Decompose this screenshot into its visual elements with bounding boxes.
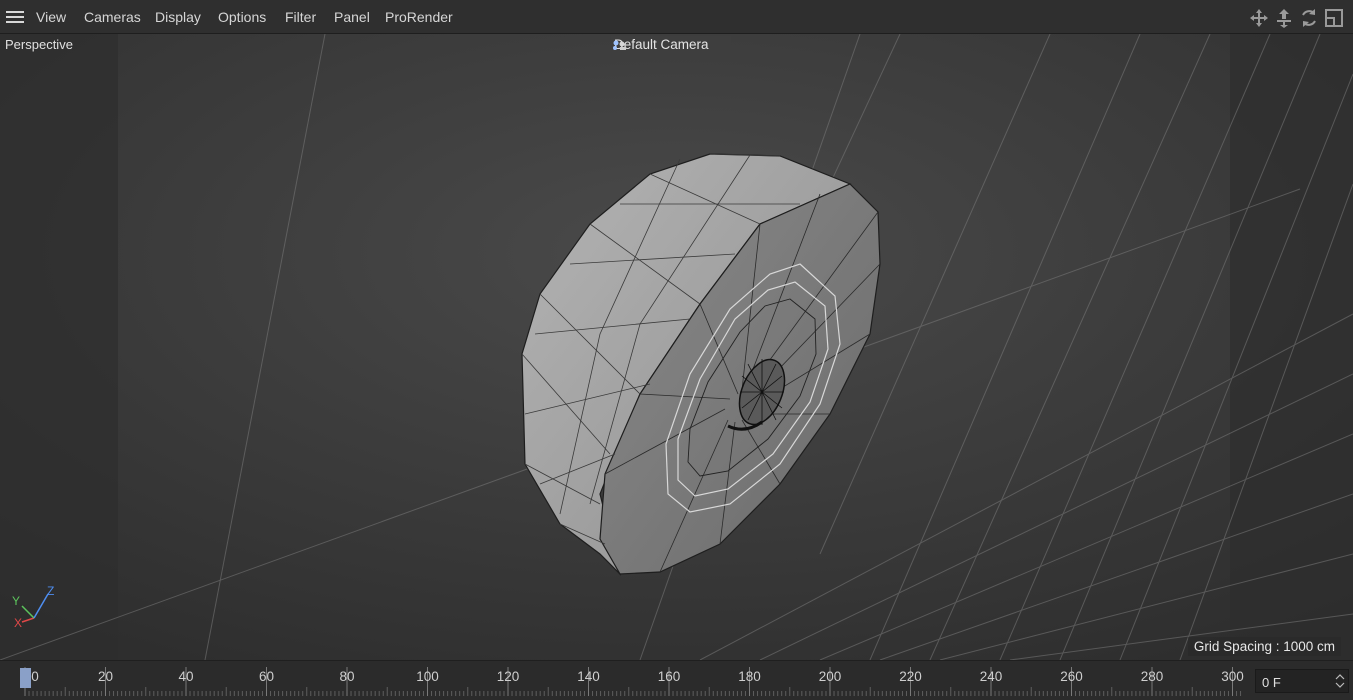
view-name-label[interactable]: Perspective (5, 37, 73, 52)
timeline-tick-label: 160 (657, 669, 681, 684)
timeline-tick-label: 260 (1060, 669, 1083, 684)
hamburger-icon[interactable] (6, 11, 24, 24)
viewport-canvas (0, 34, 1353, 660)
timeline-tick-label: 200 (818, 669, 842, 684)
axis-x-label: X (14, 616, 23, 630)
menu-options[interactable]: Options (218, 9, 266, 25)
menu-cameras[interactable]: Cameras (84, 9, 141, 25)
timeline-tick-label: 140 (577, 669, 600, 684)
timeline-tick-label: 0 (31, 669, 39, 684)
menu-filter[interactable]: Filter (285, 9, 316, 25)
timeline-tick-label: 60 (258, 669, 275, 684)
axis-z-label: Z (47, 584, 55, 598)
axis-y-label: Y (12, 594, 21, 608)
timeline-tick-label: 300 (1221, 669, 1244, 684)
timeline-ruler[interactable]: 0 20 40 60 80 100 120 140 160 180 200 220 240 260 280 3… (0, 661, 1250, 700)
timeline-tick-label: 180 (738, 669, 761, 684)
view-navigation (1249, 8, 1345, 28)
axis-gizmo: X Y Z (8, 582, 63, 632)
menu-view[interactable]: View (36, 9, 66, 25)
menu-prorender[interactable]: ProRender (385, 9, 453, 25)
current-frame-field[interactable] (1255, 669, 1349, 693)
current-frame-input[interactable] (1260, 672, 1334, 692)
timeline-tick-label: 280 (1140, 669, 1164, 684)
perspective-viewport[interactable]: Perspective Default Camera X Y Z Grid Sp… (0, 34, 1353, 660)
timeline-tick-label: 100 (416, 669, 439, 684)
timeline: 0 20 40 60 80 100 120 140 160 180 200 220 240 260 280 3… (0, 660, 1353, 699)
menu-display[interactable]: Display (155, 9, 201, 25)
timeline-tick-label: 80 (339, 669, 355, 684)
active-camera-label[interactable]: Default Camera (611, 36, 731, 54)
viewport-menubar: View Cameras Display Options Filter Pane… (0, 0, 1353, 34)
timeline-tick-label: 240 (979, 669, 1003, 684)
timeline-tick-label: 220 (899, 669, 922, 684)
timeline-tick-label: 20 (97, 669, 114, 684)
rotate-view-icon[interactable] (1299, 8, 1319, 28)
menu-panel[interactable]: Panel (334, 9, 370, 25)
camera-name: Default Camera (614, 37, 709, 52)
dolly-view-icon[interactable] (1274, 8, 1294, 28)
timeline-tick-label: 120 (496, 669, 520, 684)
camera-icon (613, 40, 626, 50)
frame-spinner-icon[interactable] (1335, 673, 1345, 689)
move-view-icon[interactable] (1249, 8, 1269, 28)
safe-frame-left (0, 34, 118, 660)
maximize-view-icon[interactable] (1324, 8, 1344, 28)
playhead[interactable] (20, 668, 31, 688)
grid-spacing-label: Grid Spacing : 1000 cm (1187, 637, 1341, 656)
timeline-tick-label: 40 (178, 669, 194, 684)
